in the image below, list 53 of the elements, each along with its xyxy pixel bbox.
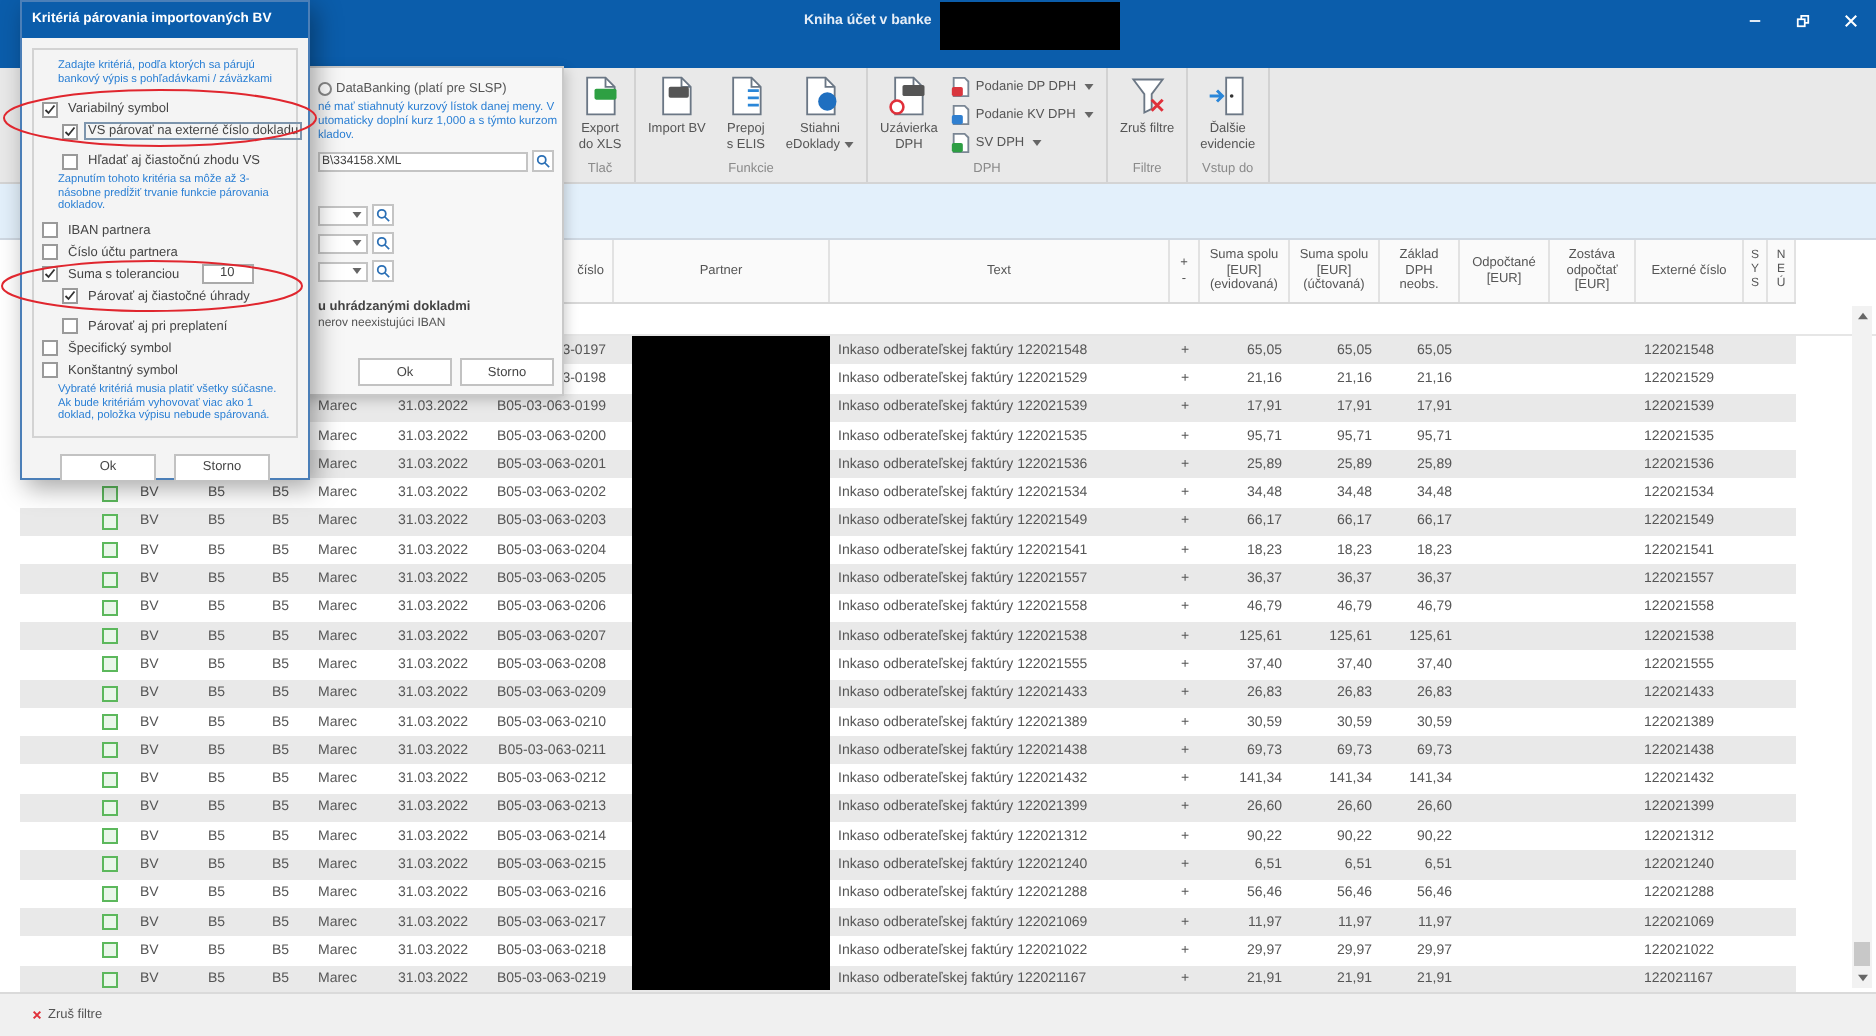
scroll-down-icon (1857, 974, 1867, 982)
row-checkbox[interactable] (102, 685, 118, 702)
search-icon (376, 208, 390, 222)
row-checkbox[interactable] (102, 513, 118, 530)
row-checkbox[interactable] (102, 742, 118, 759)
restore-icon (1795, 13, 1809, 27)
close-icon (32, 1010, 42, 1020)
row-checkbox[interactable] (102, 485, 118, 502)
browse-button[interactable] (372, 232, 394, 254)
dropdown-field[interactable] (318, 205, 368, 225)
document-icon (949, 103, 972, 125)
scroll-up-icon (1857, 312, 1867, 320)
browse-button[interactable] (372, 260, 394, 282)
radio-button[interactable] (318, 82, 332, 96)
document-icon (886, 74, 931, 118)
checkbox[interactable] (42, 101, 58, 118)
row-checkbox[interactable] (102, 628, 118, 645)
row-checkbox[interactable] (102, 599, 118, 616)
caret-icon (352, 212, 362, 218)
row-checkbox[interactable] (102, 856, 118, 873)
checkbox[interactable] (42, 244, 58, 261)
search-icon (376, 264, 390, 278)
row-checkbox[interactable] (102, 714, 118, 730)
door-arrow-icon (1205, 74, 1250, 118)
search-icon (376, 236, 390, 250)
row-checkbox[interactable] (102, 571, 118, 588)
browse-button[interactable] (532, 150, 554, 172)
row-checkbox[interactable] (102, 542, 118, 559)
row-checkbox[interactable] (102, 885, 118, 902)
row-checkbox[interactable] (102, 914, 118, 931)
scrollbar-thumb[interactable] (1854, 942, 1870, 966)
row-checkbox[interactable] (102, 799, 118, 816)
checkbox[interactable] (62, 123, 78, 140)
search-icon (536, 154, 551, 168)
caret-icon (352, 268, 362, 274)
checkbox[interactable] (62, 288, 78, 305)
checkbox[interactable] (62, 318, 78, 335)
scrollbar[interactable] (1852, 306, 1872, 988)
row-checkbox[interactable] (102, 942, 118, 959)
row-checkbox[interactable] (102, 771, 118, 788)
checkbox[interactable] (42, 362, 58, 379)
row-checkbox[interactable] (102, 971, 118, 988)
dropdown-field[interactable] (318, 233, 368, 253)
dropdown-field[interactable] (318, 261, 368, 281)
document-icon (949, 131, 972, 153)
checkbox[interactable] (42, 222, 58, 239)
browse-button[interactable] (372, 204, 394, 226)
close-icon (1843, 13, 1857, 27)
row-checkbox[interactable] (102, 656, 118, 673)
document-icon (949, 75, 972, 97)
checkbox[interactable] (62, 153, 78, 170)
row-checkbox[interactable] (102, 828, 118, 845)
checkbox[interactable] (42, 340, 58, 357)
